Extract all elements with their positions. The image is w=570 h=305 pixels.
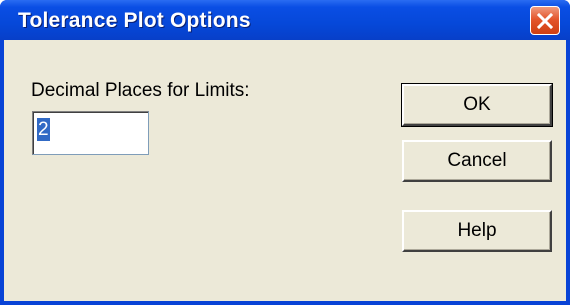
- decimal-places-label: Decimal Places for Limits:: [31, 80, 250, 101]
- decimal-places-input[interactable]: 2: [32, 111, 149, 155]
- close-button[interactable]: [530, 6, 560, 35]
- title-bar[interactable]: Tolerance Plot Options: [0, 0, 570, 40]
- ok-button[interactable]: OK: [401, 83, 553, 127]
- close-icon: [536, 12, 554, 30]
- decimal-places-value: 2: [37, 118, 50, 141]
- ok-button-label: OK: [463, 94, 491, 115]
- dialog-body: Decimal Places for Limits: 2 OK Cancel H…: [4, 40, 566, 301]
- cancel-button[interactable]: Cancel: [402, 140, 552, 182]
- dialog-title: Tolerance Plot Options: [18, 9, 251, 32]
- help-button-label: Help: [457, 220, 497, 241]
- dialog-window: Tolerance Plot Options Decimal Places fo…: [0, 0, 570, 305]
- help-button[interactable]: Help: [402, 210, 552, 252]
- cancel-button-label: Cancel: [447, 150, 507, 171]
